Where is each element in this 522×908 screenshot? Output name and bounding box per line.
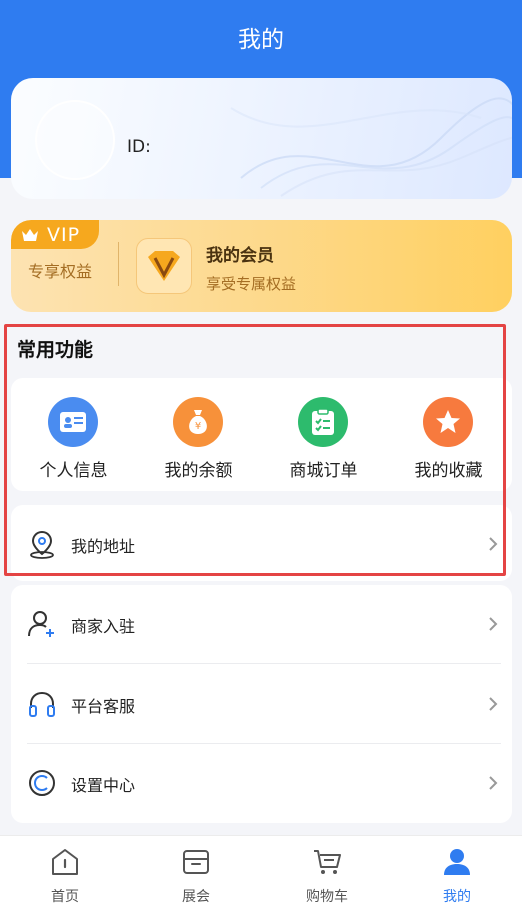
vip-badge: VIP bbox=[11, 220, 99, 249]
common-functions: 个人信息 ¥ 我的余额 商城订单 我的收藏 bbox=[11, 378, 512, 491]
menu-row-label: 商家入驻 bbox=[71, 617, 136, 636]
menu-row-label: 设置中心 bbox=[71, 776, 136, 795]
money-bag-icon: ¥ bbox=[173, 397, 223, 447]
location-pin-icon bbox=[30, 530, 54, 559]
user-id-label: ID: bbox=[127, 137, 151, 157]
menu-row-settings[interactable]: 设置中心 bbox=[11, 744, 512, 823]
divider bbox=[27, 663, 501, 664]
function-mall-orders[interactable]: 商城订单 bbox=[261, 378, 386, 491]
tab-home[interactable]: 首页 bbox=[0, 836, 130, 908]
user-icon bbox=[444, 849, 470, 875]
chevron-right-icon bbox=[489, 617, 498, 631]
tab-mine[interactable]: 我的 bbox=[392, 836, 522, 908]
tab-exhibition[interactable]: 展会 bbox=[131, 836, 261, 908]
avatar[interactable] bbox=[35, 100, 115, 180]
svg-text:¥: ¥ bbox=[195, 421, 201, 432]
box-icon bbox=[183, 850, 209, 874]
add-user-icon bbox=[28, 611, 54, 637]
page-title: 我的 bbox=[238, 27, 284, 53]
section-title-common: 常用功能 bbox=[17, 339, 94, 361]
tab-label: 首页 bbox=[51, 889, 79, 905]
menu-row-label: 我的地址 bbox=[71, 537, 136, 556]
id-card-icon bbox=[48, 397, 98, 447]
vip-subtitle: 专享权益 bbox=[28, 262, 93, 281]
tab-label: 展会 bbox=[182, 889, 210, 905]
function-label: 个人信息 bbox=[39, 461, 108, 481]
chevron-right-icon bbox=[489, 697, 498, 711]
function-label: 我的余额 bbox=[164, 461, 233, 481]
chevron-right-icon bbox=[489, 537, 498, 551]
crown-icon bbox=[22, 228, 38, 241]
profile-card[interactable]: ID: bbox=[11, 78, 512, 199]
bottom-tab-bar: 首页 展会 购物车 我的 bbox=[0, 835, 522, 908]
function-personal-info[interactable]: 个人信息 bbox=[11, 378, 136, 491]
chevron-right-icon bbox=[489, 776, 498, 790]
menu-row-merchant-join[interactable]: 商家入驻 bbox=[11, 585, 512, 664]
menu-row-label: 平台客服 bbox=[71, 697, 136, 716]
function-label: 商城订单 bbox=[289, 461, 358, 481]
function-favorites[interactable]: 我的收藏 bbox=[386, 378, 511, 491]
tab-cart[interactable]: 购物车 bbox=[262, 836, 392, 908]
tab-label: 我的 bbox=[443, 889, 471, 905]
address-card: 我的地址 bbox=[11, 505, 512, 581]
headphones-icon bbox=[29, 691, 55, 717]
cart-icon bbox=[314, 850, 341, 874]
menu-row-customer-service[interactable]: 平台客服 bbox=[11, 665, 512, 744]
settings-list: 商家入驻 平台客服 设置中心 bbox=[11, 585, 512, 823]
clipboard-icon bbox=[298, 397, 348, 447]
function-label: 我的收藏 bbox=[414, 461, 483, 481]
vip-title: 我的会员 bbox=[206, 246, 274, 266]
diamond-icon bbox=[136, 238, 192, 294]
function-balance[interactable]: ¥ 我的余额 bbox=[136, 378, 261, 491]
vip-badge-label: VIP bbox=[47, 223, 81, 246]
vip-description: 享受专属权益 bbox=[206, 275, 297, 293]
settings-icon bbox=[29, 770, 55, 796]
vip-card[interactable]: VIP 专享权益 我的会员 享受专属权益 bbox=[11, 220, 512, 312]
star-icon bbox=[423, 397, 473, 447]
menu-row-address[interactable]: 我的地址 bbox=[11, 505, 512, 584]
vip-divider bbox=[118, 242, 119, 286]
home-icon bbox=[52, 849, 78, 875]
tab-label: 购物车 bbox=[306, 889, 348, 905]
